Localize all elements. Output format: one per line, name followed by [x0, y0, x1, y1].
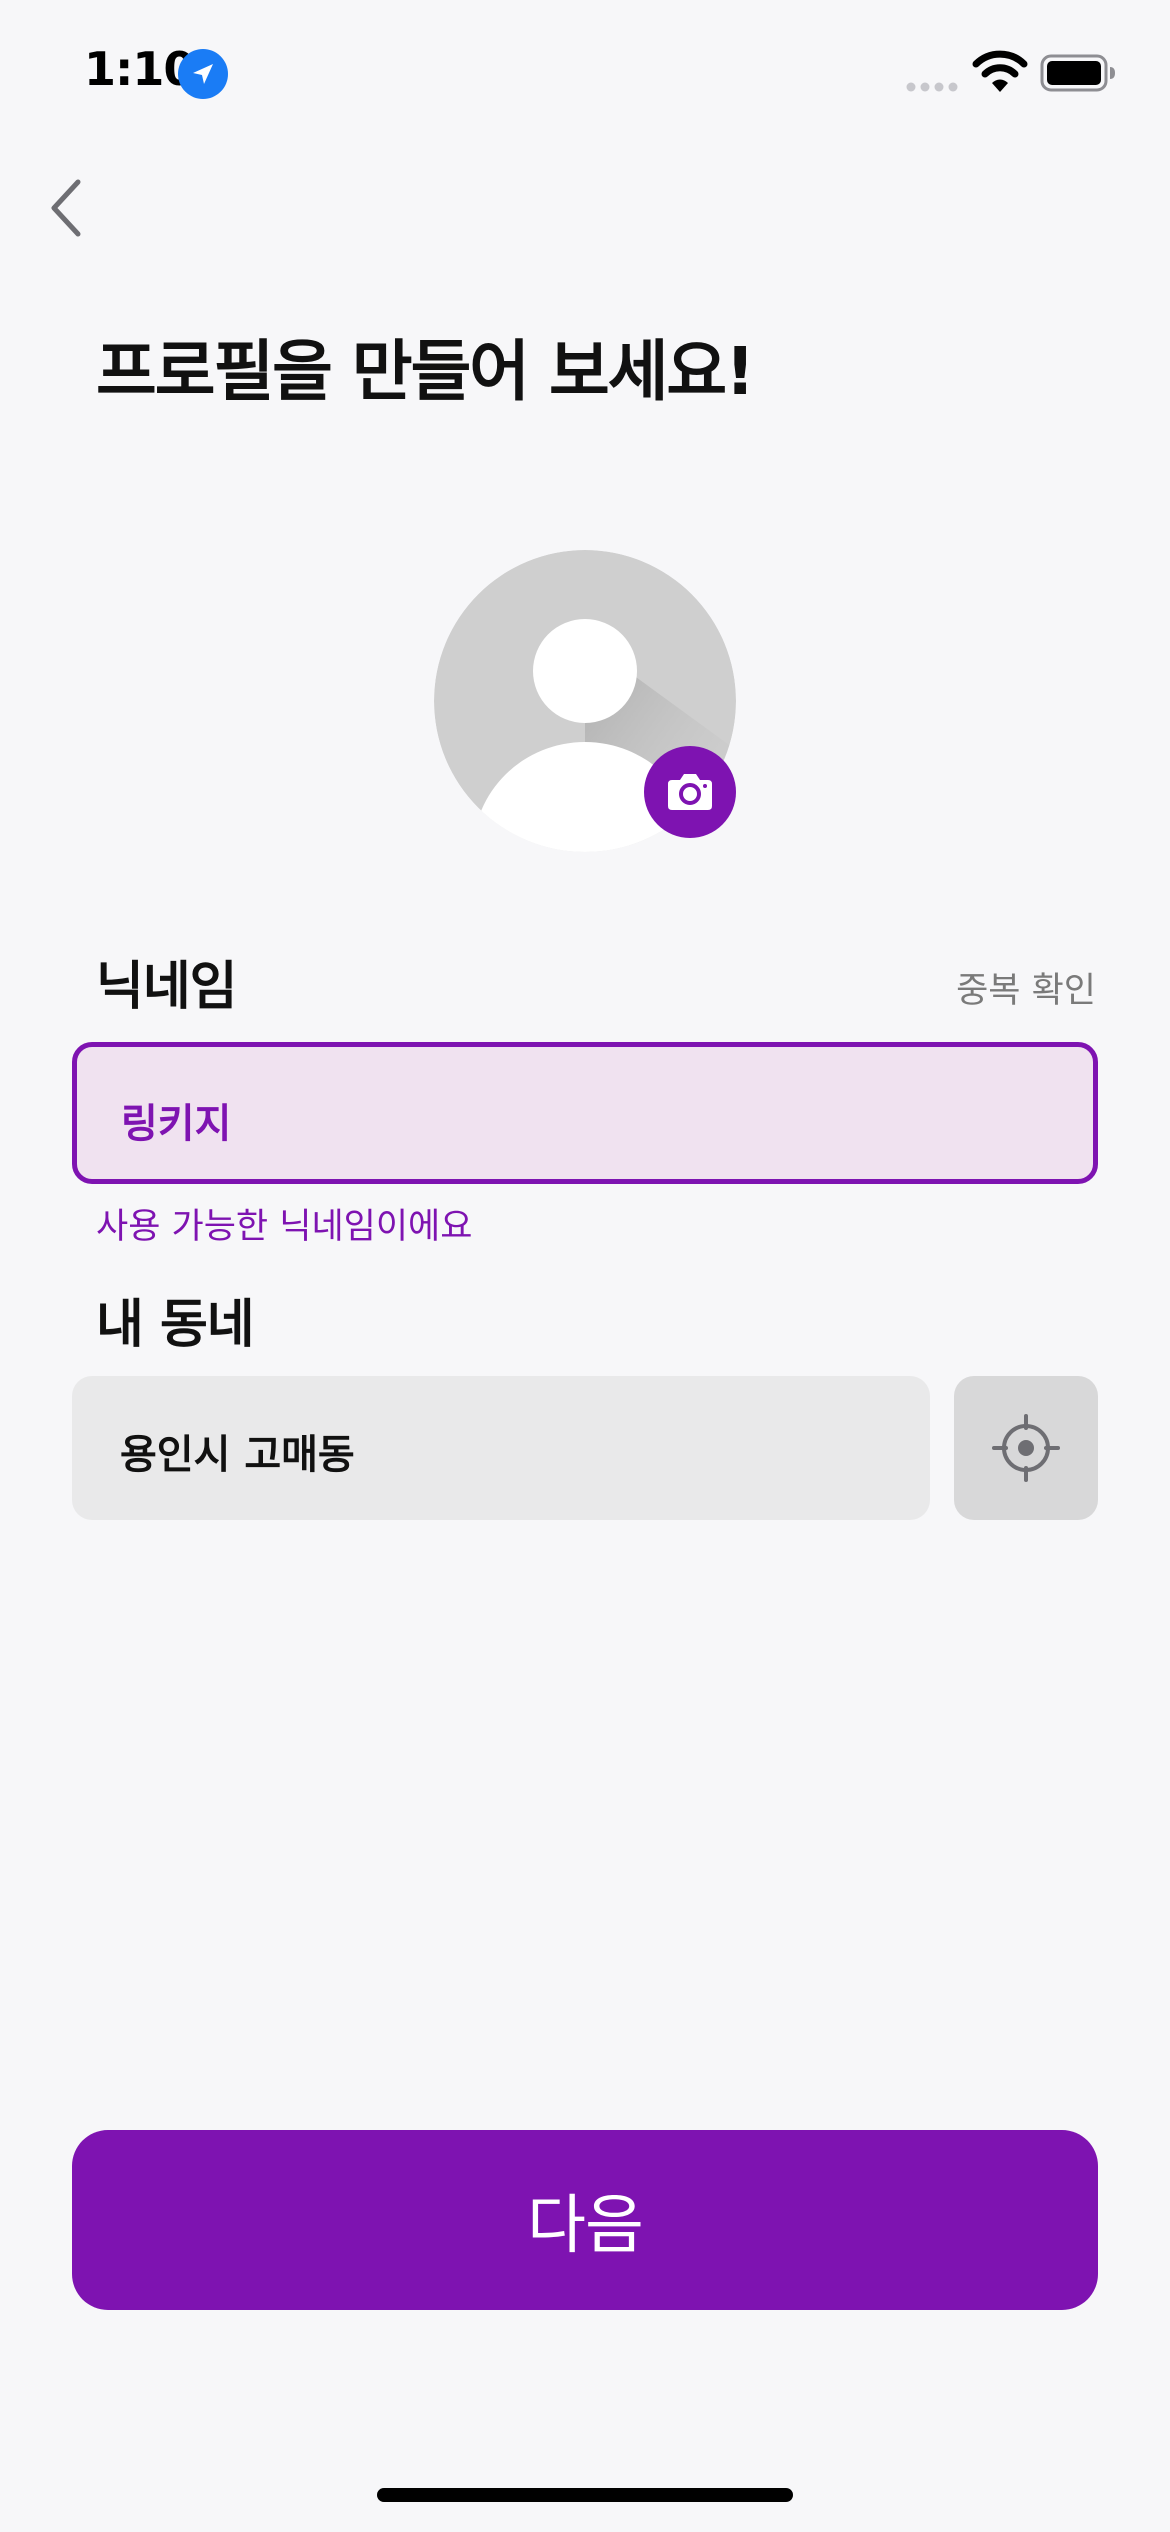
chevron-left-icon [40, 179, 100, 252]
location-arrow-icon [178, 49, 228, 99]
battery-icon [1040, 54, 1116, 92]
next-button-label: 다음 [527, 2189, 644, 2263]
nickname-label: 닉네임 [96, 957, 238, 1017]
neighborhood-label: 내 동네 [96, 1295, 255, 1355]
next-button[interactable]: 다음 [72, 2130, 1098, 2310]
status-bar: 1:10 [0, 0, 1170, 140]
profile-setup-screen: 1:10 프로필을 만들어 보세요! 닉네임 중복 확인 링키지 사용 가능한 … [0, 0, 1170, 2532]
back-button[interactable] [40, 168, 100, 248]
page-title: 프로필을 만들어 보세요! [96, 333, 755, 410]
cellular-signal-icon [906, 78, 960, 92]
camera-icon [644, 774, 736, 842]
crosshair-location-icon [992, 1414, 1060, 1482]
nickname-input-value: 링키지 [121, 1101, 232, 1147]
neighborhood-input[interactable]: 용인시 고매동 [72, 1376, 930, 1520]
home-indicator [377, 2488, 793, 2502]
neighborhood-input-value: 용인시 고매동 [120, 1432, 355, 1478]
change-photo-button[interactable] [644, 746, 736, 838]
nickname-helper-text: 사용 가능한 닉네임이에요 [96, 1207, 473, 1247]
wifi-icon [972, 50, 1028, 94]
nickname-input[interactable]: 링키지 [72, 1042, 1098, 1184]
duplicate-check-button[interactable]: 중복 확인 [956, 962, 1096, 1013]
current-location-button[interactable] [954, 1376, 1098, 1520]
